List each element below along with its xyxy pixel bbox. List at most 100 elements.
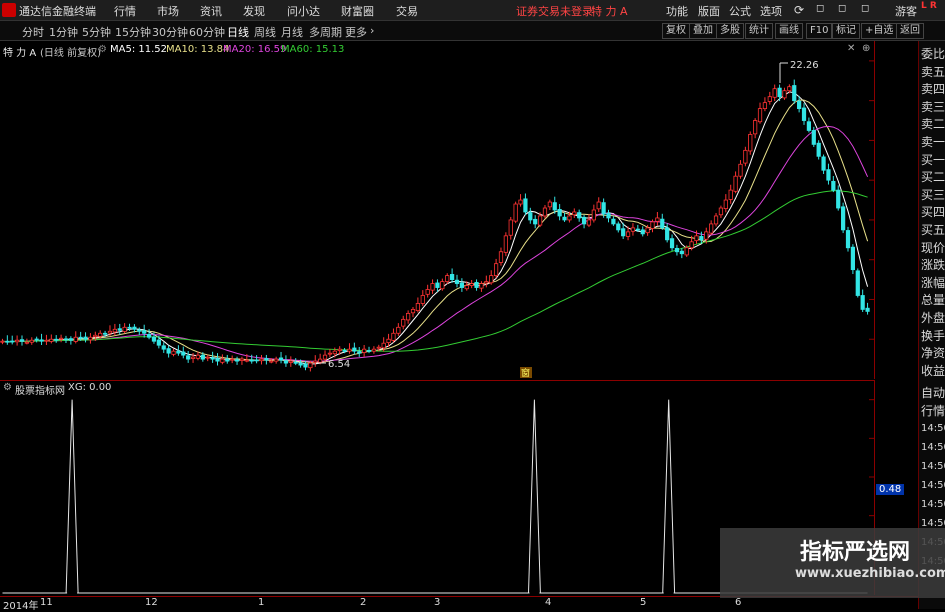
candle <box>420 290 425 307</box>
chevron-right-icon[interactable]: › <box>370 24 374 37</box>
candle <box>283 355 289 367</box>
tool-adjust[interactable]: 复权 <box>662 23 690 39</box>
period-15min[interactable]: 15分钟 <box>115 24 151 40</box>
period-5min[interactable]: 5分钟 <box>82 24 111 40</box>
candle <box>278 351 284 364</box>
sidebar-item[interactable]: 卖一 <box>921 133 945 150</box>
candle <box>73 331 78 344</box>
kline-chart[interactable]: 22.0020.0018.0016.0014.0012.0010.008.00 … <box>0 41 875 379</box>
tool-add-watchlist[interactable]: +自选 <box>861 23 898 39</box>
sidebar-time: 14:50 <box>921 423 945 434</box>
sidebar-item[interactable]: 总量 <box>921 291 945 308</box>
sidebar-item[interactable]: 涨幅 <box>921 274 945 291</box>
tool-statistics[interactable]: 统计 <box>745 23 773 39</box>
candle <box>806 117 812 133</box>
sidebar-item[interactable]: 委比 <box>921 45 945 62</box>
tool-draw-line[interactable]: 画线 <box>775 23 803 39</box>
menu-ask-xiaoda[interactable]: 问小达 <box>287 3 320 19</box>
sidebar-item[interactable]: 外盘 <box>921 309 945 326</box>
settings-icon[interactable]: ◻ <box>838 3 846 14</box>
sidebar-time: 14:50 <box>921 480 945 491</box>
menu-wealth-circle[interactable]: 财富圈 <box>341 3 374 19</box>
tool-overlay[interactable]: 叠加 <box>689 23 717 39</box>
menu-market[interactable]: 市场 <box>157 3 179 19</box>
sidebar-item[interactable]: 现价 <box>921 239 945 256</box>
menu-discover[interactable]: 发现 <box>243 3 265 19</box>
menu-trade[interactable]: 交易 <box>396 3 418 19</box>
tool-back[interactable]: 返回 <box>896 23 924 39</box>
guest-label[interactable]: 游客 <box>895 3 917 19</box>
cursor-value-label: 0.48 <box>876 484 905 495</box>
period-1min[interactable]: 1分钟 <box>49 24 78 40</box>
sidebar-item[interactable]: 自动 <box>921 384 945 401</box>
low-label: 6.54 <box>328 359 350 370</box>
sidebar-item[interactable]: 买三 <box>921 186 945 203</box>
candle <box>777 84 782 102</box>
tool-mark[interactable]: 标记 <box>832 23 860 39</box>
period-more[interactable]: 更多 <box>345 24 367 40</box>
sidebar-item[interactable]: 卖四 <box>921 80 945 97</box>
notify-icon[interactable]: ◻ <box>816 3 824 14</box>
sidebar-item[interactable]: 卖五 <box>921 63 945 80</box>
candle <box>841 202 846 234</box>
candle <box>137 327 142 336</box>
tool-f10[interactable]: F10 <box>806 23 833 39</box>
login-status[interactable]: 证券交易未登录 <box>516 3 593 19</box>
period-30min[interactable]: 30分钟 <box>152 24 188 40</box>
candle <box>454 274 460 288</box>
candle <box>855 268 860 298</box>
menu-function[interactable]: 功能 <box>666 3 688 19</box>
menu-quotes[interactable]: 行情 <box>114 3 136 19</box>
sidebar-item[interactable]: 换手 <box>921 327 945 344</box>
candle <box>753 118 758 139</box>
candle <box>562 212 567 222</box>
sidebar-item[interactable]: 买四 <box>921 203 945 220</box>
sidebar-item[interactable]: 买二 <box>921 168 945 185</box>
high-label: 22.26 <box>790 60 819 71</box>
refresh-icon[interactable]: ⟳ <box>794 3 804 17</box>
candle <box>425 284 430 298</box>
candle <box>5 335 10 345</box>
candle <box>474 279 479 291</box>
sidebar-item[interactable]: 行情 <box>921 402 945 419</box>
sidebar-item[interactable]: 收益 <box>921 362 945 379</box>
menu-layout[interactable]: 版面 <box>698 3 720 19</box>
candle <box>205 354 210 362</box>
indicator-settings-icon[interactable]: ⚙ <box>3 382 12 393</box>
candle <box>371 346 377 354</box>
menu-info[interactable]: 资讯 <box>200 3 222 19</box>
candles <box>0 79 870 372</box>
sidebar-item[interactable]: 涨跌 <box>921 256 945 273</box>
period-monthly[interactable]: 月线 <box>281 24 303 40</box>
menu-formula[interactable]: 公式 <box>729 3 751 19</box>
tool-multi-stock[interactable]: 多股 <box>716 23 744 39</box>
candle <box>391 328 396 343</box>
candle <box>591 204 596 223</box>
candle <box>718 205 724 218</box>
candle <box>410 307 416 318</box>
user-icon[interactable]: ◻ <box>861 3 869 14</box>
period-weekly[interactable]: 周线 <box>254 24 276 40</box>
sidebar-item[interactable]: 买五 <box>921 221 945 238</box>
menu-options[interactable]: 选项 <box>760 3 782 19</box>
sidebar-item[interactable]: 买一 <box>921 151 945 168</box>
period-multi[interactable]: 多周期 <box>309 24 342 40</box>
sidebar-item[interactable]: 净资 <box>921 344 945 361</box>
period-toolbar: 分时 1分钟 5分钟 15分钟 30分钟 60分钟 日线 周线 月线 多周期 更… <box>0 21 945 41</box>
sidebar-time: 14:50 <box>921 442 945 453</box>
candle <box>723 194 728 213</box>
x-label: 1 <box>258 597 265 608</box>
candle <box>327 348 333 358</box>
candle <box>274 356 279 364</box>
period-60min[interactable]: 60分钟 <box>189 24 225 40</box>
candle <box>44 334 49 346</box>
candle <box>156 335 161 349</box>
sidebar-item[interactable]: 卖三 <box>921 98 945 115</box>
candle <box>674 244 680 256</box>
period-daily[interactable]: 日线 <box>227 24 249 40</box>
candle <box>117 323 122 335</box>
candle <box>415 297 421 313</box>
sidebar-item[interactable]: 卖二 <box>921 115 945 132</box>
candle <box>640 226 645 237</box>
period-tick[interactable]: 分时 <box>22 24 44 40</box>
